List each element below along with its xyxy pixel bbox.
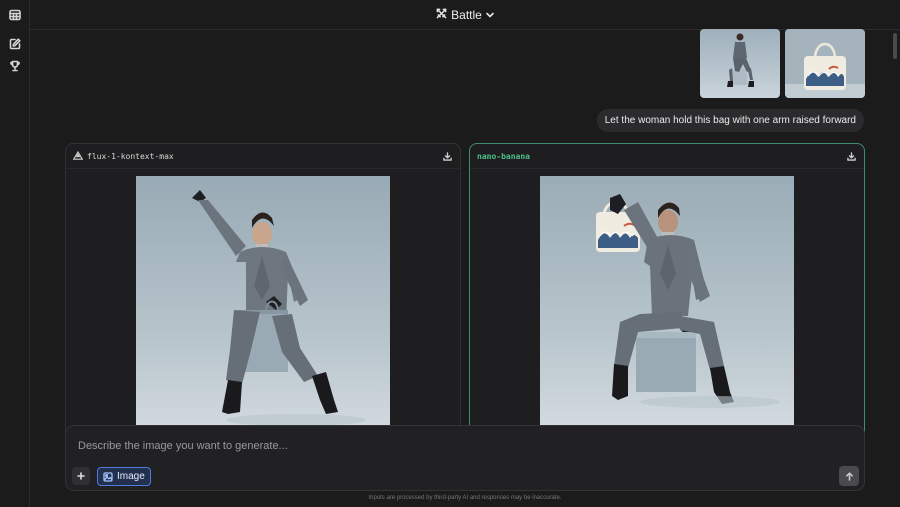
arrow-up-icon [845,471,853,481]
result-panel-right: nano-banana [469,143,865,443]
prompt-composer: Image [65,425,865,491]
chevron-down-icon [486,6,494,24]
generated-image[interactable] [136,176,390,436]
attachment-thumbnail-bag[interactable] [785,29,865,98]
edit-note-icon[interactable] [7,36,23,52]
table-grid-icon[interactable] [7,7,23,23]
download-icon[interactable] [441,150,453,162]
user-prompt-bubble: Let the woman hold this bag with one arm… [596,109,864,132]
trophy-icon[interactable] [7,58,23,74]
image-icon [103,471,113,482]
model-tag: flux-1-kontext-max [72,147,174,165]
panel-header: nano-banana [470,144,864,169]
triangle-logo-icon [72,147,84,165]
panel-header: flux-1-kontext-max [66,144,460,169]
result-panel-left: flux-1-kontext-max [65,143,461,443]
send-button[interactable] [839,466,859,486]
sidebar [0,0,30,507]
download-icon[interactable] [845,150,857,162]
scrollbar-thumb[interactable] [893,33,897,59]
mode-label: Battle [451,7,482,22]
disclaimer-text: Inputs are processed by third-party AI a… [368,495,562,501]
image-mode-label: Image [117,471,145,482]
generated-image[interactable] [540,176,794,436]
attachment-thumbnail-woman[interactable] [700,29,780,98]
model-name: flux-1-kontext-max [87,151,174,161]
mode-switcher[interactable]: Battle [436,6,494,24]
plus-icon [77,472,85,480]
battle-swords-icon [436,6,447,24]
model-name: nano-banana [477,151,530,161]
top-bar: Battle [30,0,900,30]
model-tag: nano-banana [477,152,530,161]
add-attachment-button[interactable] [72,467,90,485]
prompt-input[interactable] [78,438,838,454]
image-mode-button[interactable]: Image [97,467,151,486]
app-window: Battle Let the woman hold this bag with … [0,0,900,507]
